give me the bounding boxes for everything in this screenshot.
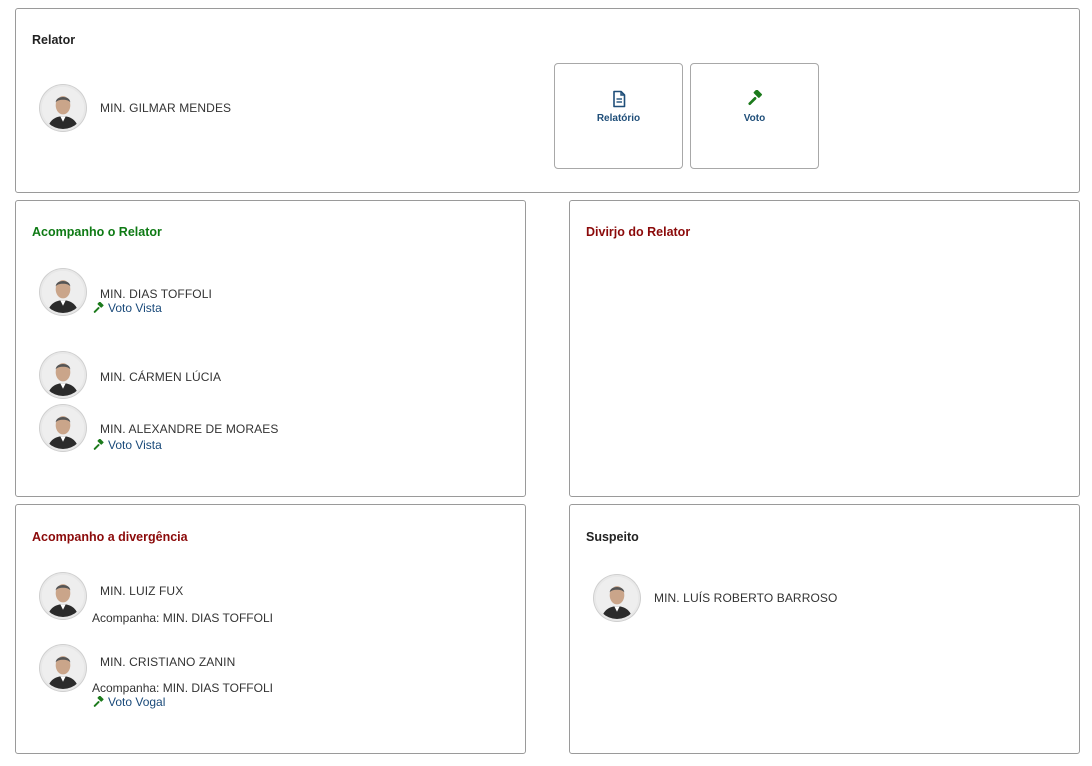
list-item: MIN. LUIZ FUX Acompanha: MIN. DIAS TOFFO… [40,573,440,629]
acompanho-relator-title: Acompanho o Relator [32,225,162,239]
relator-panel: Relator MIN. GILMAR MENDES Relatório Vot… [15,8,1080,193]
gavel-icon [92,696,105,709]
suspeito-title: Suspeito [586,530,639,544]
voto-button[interactable]: Voto [690,63,819,169]
minister-name: MIN. CRISTIANO ZANIN [100,655,236,669]
acompanho-divergencia-panel: Acompanho a divergência MIN. LUIZ FUX Ac… [15,504,526,754]
list-item: MIN. DIAS TOFFOLI Voto Vista [40,269,440,319]
minister-name: MIN. CÁRMEN LÚCIA [100,370,222,384]
avatar [40,85,86,131]
list-item: MIN. LUÍS ROBERTO BARROSO [594,575,994,625]
avatar [40,352,86,398]
minister-name: MIN. LUIZ FUX [100,584,184,598]
list-item: MIN. CRISTIANO ZANIN Acompanha: MIN. DIA… [40,645,440,711]
voto-vista-link[interactable]: Voto Vista [92,301,162,315]
relator-member: MIN. GILMAR MENDES [40,85,340,133]
avatar [40,645,86,691]
acompanho-relator-panel: Acompanho o Relator MIN. DIAS TOFFOLI Vo… [15,200,526,497]
list-item: MIN. CÁRMEN LÚCIA [40,352,440,402]
gavel-icon [746,90,764,108]
relator-title: Relator [32,33,76,47]
voto-label: Voto [743,113,766,124]
avatar [594,575,640,621]
relatorio-button[interactable]: Relatório [554,63,683,169]
acompanho-divergencia-title: Acompanho a divergência [32,530,188,544]
follows-text: Acompanha: MIN. DIAS TOFFOLI [92,681,273,695]
follows-text: Acompanha: MIN. DIAS TOFFOLI [92,611,273,625]
minister-name: MIN. DIAS TOFFOLI [100,287,212,301]
avatar [40,269,86,315]
list-item: MIN. ALEXANDRE DE MORAES Voto Vista [40,405,440,455]
divirjo-panel: Divirjo do Relator [569,200,1080,497]
avatar [40,405,86,451]
suspeito-panel: Suspeito MIN. LUÍS ROBERTO BARROSO [569,504,1080,754]
gavel-icon [92,439,105,452]
divirjo-title: Divirjo do Relator [586,225,691,239]
voto-vista-link[interactable]: Voto Vista [92,438,162,452]
minister-name: MIN. LUÍS ROBERTO BARROSO [654,591,838,605]
avatar [40,573,86,619]
voto-vogal-link[interactable]: Voto Vogal [92,695,165,709]
minister-name: MIN. ALEXANDRE DE MORAES [100,422,279,436]
minister-name: MIN. GILMAR MENDES [100,101,232,115]
document-icon [612,90,625,108]
relatorio-label: Relatório [596,113,641,124]
gavel-icon [92,302,105,315]
